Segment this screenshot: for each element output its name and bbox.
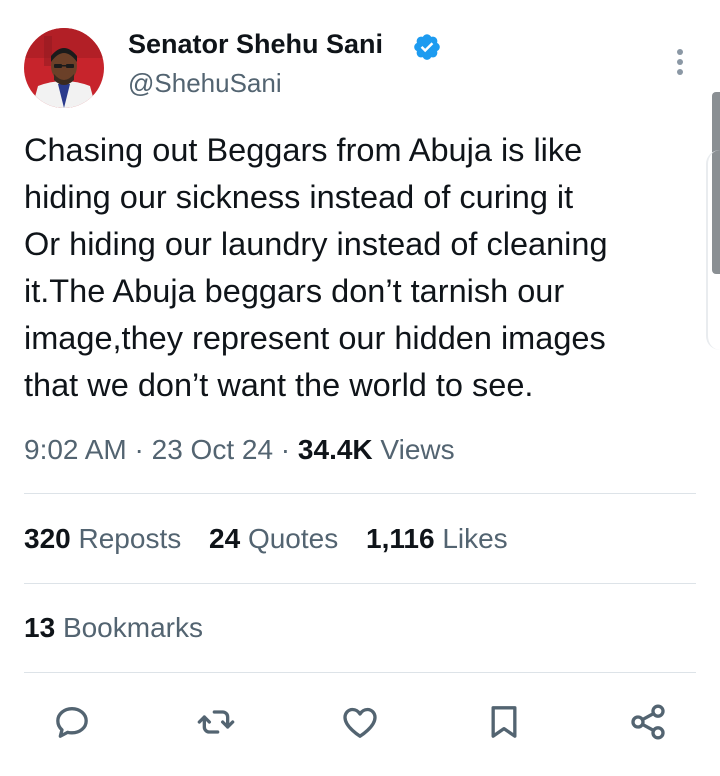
share-icon xyxy=(631,704,665,740)
bookmark-icon xyxy=(491,706,517,738)
quotes-stat[interactable]: 24 Quotes xyxy=(209,523,338,555)
views-count[interactable]: 34.4K xyxy=(298,434,373,465)
tweet-text-line: hiding our sickness instead of curing it xyxy=(24,179,574,215)
bookmarks-stat[interactable]: 13 Bookmarks xyxy=(24,612,203,644)
tweet-meta: 9:02 AM · 23 Oct 24 · 34.4K Views xyxy=(24,434,455,466)
author-handle[interactable]: @ShehuSani xyxy=(128,68,282,99)
bookmarks-count: 13 xyxy=(24,612,56,643)
author-name[interactable]: Senator Shehu Sani xyxy=(128,29,383,60)
tweet-detail: Senator Shehu Sani @ShehuSani Chasing ou… xyxy=(0,0,720,776)
quotes-label: Quotes xyxy=(247,523,339,554)
meta-separator: · xyxy=(126,434,152,465)
tweet-text-line: image,they represent our hidden images xyxy=(24,320,606,356)
meta-separator: · xyxy=(273,434,298,465)
tweet-text-line: that we don’t want the world to see. xyxy=(24,367,534,403)
engagement-stats: 320 Reposts 24 Quotes 1,116 Likes xyxy=(24,523,528,555)
reposts-label: Reposts xyxy=(78,523,182,554)
bookmark-button[interactable] xyxy=(482,700,526,744)
avatar-photo-icon xyxy=(24,28,104,108)
tweet-text-line: Or hiding our laundry instead of cleanin… xyxy=(24,226,608,262)
views-label[interactable]: Views xyxy=(380,434,454,465)
tweet-text-line: it.The Abuja beggars don’t tarnish our xyxy=(24,273,565,309)
tweet-time[interactable]: 9:02 AM xyxy=(24,434,127,465)
reposts-count: 320 xyxy=(24,523,71,554)
like-icon xyxy=(343,707,377,738)
more-options-icon[interactable] xyxy=(668,44,692,80)
divider xyxy=(24,583,696,584)
likes-count: 1,116 xyxy=(366,523,435,554)
divider xyxy=(24,672,696,673)
author-avatar[interactable] xyxy=(24,28,104,108)
tweet-text: Chasing out Beggars from Abuja is like h… xyxy=(24,127,700,409)
reply-button[interactable] xyxy=(50,700,94,744)
like-button[interactable] xyxy=(338,700,382,744)
share-button[interactable] xyxy=(626,700,670,744)
bookmarks-label: Bookmarks xyxy=(62,612,203,643)
divider xyxy=(24,493,696,494)
reposts-stat[interactable]: 320 Reposts xyxy=(24,523,181,555)
quotes-count: 24 xyxy=(209,523,241,554)
verified-badge-icon xyxy=(414,34,440,60)
tweet-text-line: Chasing out Beggars from Abuja is like xyxy=(24,132,583,168)
likes-label: Likes xyxy=(442,523,508,554)
likes-stat[interactable]: 1,116 Likes xyxy=(366,523,508,555)
repost-icon xyxy=(197,710,235,734)
repost-button[interactable] xyxy=(194,700,238,744)
tweet-date[interactable]: 23 Oct 24 xyxy=(152,434,273,465)
reply-icon xyxy=(56,707,88,738)
adjacent-panel-edge xyxy=(706,150,720,350)
